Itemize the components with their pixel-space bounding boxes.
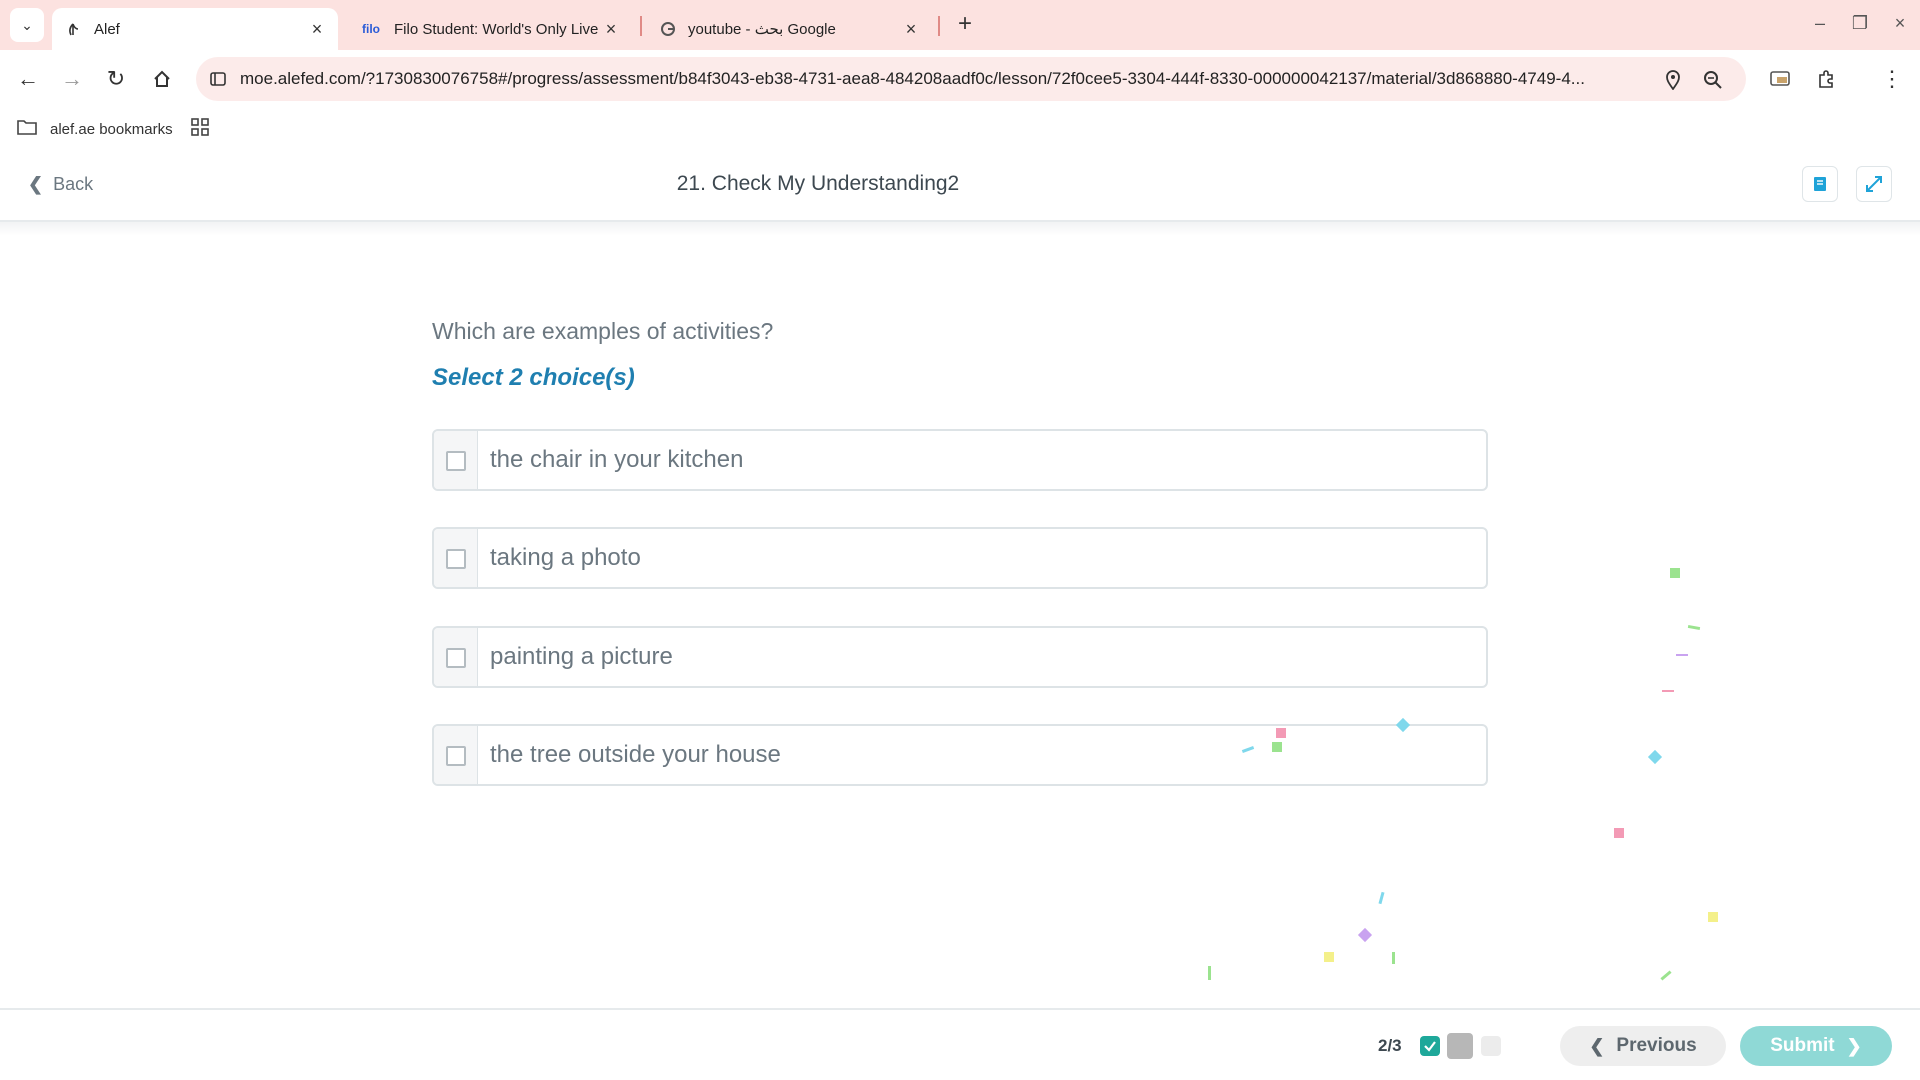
more-menu-icon[interactable]: ⋮ <box>1874 61 1910 97</box>
new-tab-button[interactable]: + <box>950 10 980 40</box>
question-instruction: Select 2 choice(s) <box>432 364 635 391</box>
dictionary-button[interactable] <box>1802 166 1838 202</box>
tab-title: youtube - بحث Google <box>688 21 836 38</box>
choice-checkbox[interactable] <box>446 451 466 471</box>
chevron-down-icon: ⌄ <box>21 16 33 33</box>
close-icon[interactable]: × <box>902 19 920 40</box>
choice-checkbox[interactable] <box>446 648 466 668</box>
choice-option[interactable]: the chair in your kitchen <box>432 429 1488 491</box>
minimize-icon[interactable]: – <box>1800 8 1840 38</box>
restore-icon[interactable]: ❐ <box>1840 8 1880 38</box>
bookmark-folder-alef[interactable]: alef.ae bookmarks <box>16 118 173 140</box>
url-text: moe.alefed.com/?1730830076758#/progress/… <box>240 69 1585 88</box>
choice-option[interactable]: taking a photo <box>432 527 1488 589</box>
progress-step-current[interactable] <box>1447 1033 1473 1059</box>
home-icon[interactable] <box>144 61 180 97</box>
expand-icon <box>1866 176 1882 192</box>
choice-text: painting a picture <box>490 643 673 670</box>
fullscreen-button[interactable] <box>1856 166 1892 202</box>
site-info-icon[interactable] <box>206 67 230 91</box>
folder-icon <box>16 118 40 140</box>
checkbox-cell <box>434 431 478 489</box>
location-icon[interactable] <box>1660 67 1686 93</box>
choice-option[interactable]: the tree outside your house <box>432 724 1488 786</box>
submit-label: Submit <box>1770 1035 1835 1056</box>
question-prompt: Which are examples of activities? <box>432 318 774 344</box>
browser-toolbar: ← → ↻ moe.alefed.com/?1730830076758#/pro… <box>0 50 1920 108</box>
chevron-right-icon: ❯ <box>1846 1035 1862 1056</box>
close-window-icon[interactable]: × <box>1880 8 1920 38</box>
back-arrow-icon[interactable]: ← <box>10 61 46 97</box>
alef-favicon-icon <box>64 21 84 37</box>
close-icon[interactable]: × <box>308 19 326 40</box>
tab-filo[interactable]: filo Filo Student: World's Only Live I × <box>346 8 632 50</box>
filo-favicon-icon: filo <box>362 22 380 36</box>
google-favicon-icon <box>658 21 678 37</box>
tab-title: Alef <box>94 20 120 38</box>
tab-separator <box>640 16 642 36</box>
choice-option[interactable]: painting a picture <box>432 626 1488 688</box>
checkbox-cell <box>434 529 478 587</box>
tab-separator <box>938 16 940 36</box>
tab-alef[interactable]: Alef × <box>52 8 338 50</box>
forward-arrow-icon[interactable]: → <box>54 61 90 97</box>
header-shadow <box>0 222 1920 236</box>
bookmarks-bar: alef.ae bookmarks <box>0 108 1920 150</box>
choice-checkbox[interactable] <box>446 549 466 569</box>
tab-search-button[interactable]: ⌄ <box>10 8 44 42</box>
checkbox-cell <box>434 628 478 686</box>
chevron-left-icon: ❮ <box>1589 1035 1605 1056</box>
assessment-footer: 2/3 ❮ Previous Submit ❯ <box>0 1008 1920 1080</box>
tab-title: Filo Student: World's Only Live I <box>394 20 602 38</box>
choice-text: the chair in your kitchen <box>490 446 744 473</box>
browser-tabstrip: ⌄ Alef × filo Filo Student: World's Only… <box>0 0 1920 50</box>
progress-step-done[interactable] <box>1420 1036 1440 1056</box>
apps-grid-icon[interactable] <box>190 117 214 141</box>
tab-google[interactable]: youtube - بحث Google × <box>646 8 932 50</box>
address-bar[interactable]: moe.alefed.com/?1730830076758#/progress/… <box>196 57 1746 101</box>
progress-step-pending[interactable] <box>1481 1036 1501 1056</box>
choice-checkbox[interactable] <box>446 746 466 766</box>
bookmark-label: alef.ae bookmarks <box>50 120 173 138</box>
choice-text: taking a photo <box>490 544 641 571</box>
cast-icon[interactable] <box>1762 61 1798 97</box>
lesson-header: ❮ Back 21. Check My Understanding2 <box>0 150 1920 222</box>
close-icon[interactable]: × <box>602 19 620 40</box>
book-icon <box>1814 177 1826 191</box>
previous-label: Previous <box>1616 1035 1697 1056</box>
reload-icon[interactable]: ↻ <box>98 61 134 97</box>
extensions-icon[interactable] <box>1808 61 1844 97</box>
previous-button[interactable]: ❮ Previous <box>1560 1026 1726 1066</box>
submit-button[interactable]: Submit ❯ <box>1740 1026 1892 1066</box>
choice-text: the tree outside your house <box>490 741 781 768</box>
page-title: 21. Check My Understanding2 <box>676 172 960 195</box>
checkbox-cell <box>434 726 478 784</box>
progress-counter: 2/3 <box>1378 1036 1402 1055</box>
zoom-icon[interactable] <box>1700 67 1726 93</box>
check-icon <box>1424 1041 1436 1052</box>
